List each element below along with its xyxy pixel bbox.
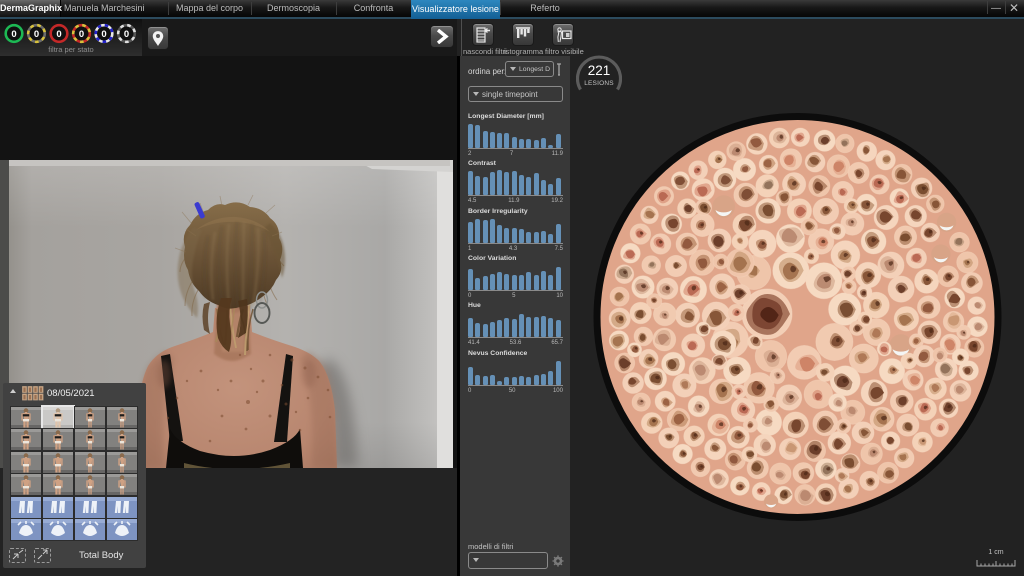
svg-text:0: 0 (56, 29, 61, 40)
svg-text:0: 0 (124, 29, 129, 40)
svg-text:0: 0 (11, 29, 16, 40)
svg-text:0: 0 (79, 29, 84, 40)
svg-text:0: 0 (101, 29, 106, 40)
svg-text:0: 0 (34, 29, 39, 40)
